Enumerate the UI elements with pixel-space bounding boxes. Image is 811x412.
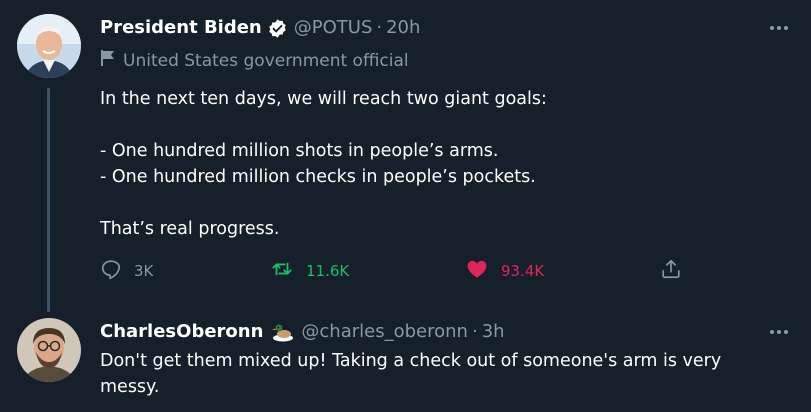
thread-line [47,88,50,312]
tweet-reply[interactable]: CharlesOberonn @charles_oberonn · 3h Don… [0,310,811,412]
duck-emoji-icon [271,321,295,343]
reply-count: 3K [134,262,154,280]
reply-text: Don't get them mixed up! Taking a check … [100,351,722,397]
separator-dot: · [376,17,383,38]
tweet-header: President Biden @POTUS · 20h [100,17,420,39]
reply-timestamp[interactable]: 3h [482,321,505,343]
tweet-main[interactable]: President Biden @POTUS · 20h United Stat… [0,0,811,312]
reply-icon [100,258,122,284]
like-button[interactable]: 93.4K [465,258,544,284]
more-options-icon[interactable] [765,18,793,38]
tweet-actions: 3K 11.6K 93.4K [100,258,700,286]
like-count: 93.4K [501,262,545,280]
share-button[interactable] [660,258,682,284]
heart-icon [465,258,489,284]
reply-author-avatar[interactable] [17,318,81,382]
reply-author-handle[interactable]: @charles_oberonn [301,321,468,343]
reply-more-options-icon[interactable] [765,322,793,342]
reply-header: CharlesOberonn @charles_oberonn · 3h [100,321,505,343]
share-icon [660,258,682,284]
tweet-text: In the next ten days, we will reach two … [100,89,547,239]
verified-badge-icon [267,18,288,39]
author-avatar[interactable] [17,14,81,78]
government-label: United States government official [100,49,409,73]
retweet-button[interactable]: 11.6K [270,258,349,284]
author-handle[interactable]: @POTUS [294,17,373,39]
government-label-text: United States government official [123,51,409,71]
reply-author-name[interactable]: CharlesOberonn [100,321,263,343]
flag-icon [100,49,123,73]
reply-button[interactable]: 3K [100,258,153,284]
reply-separator-dot: · [471,321,478,342]
tweet-timestamp[interactable]: 20h [386,17,420,39]
retweet-icon [270,258,294,284]
retweet-count: 11.6K [306,262,350,280]
author-name[interactable]: President Biden [100,17,262,39]
